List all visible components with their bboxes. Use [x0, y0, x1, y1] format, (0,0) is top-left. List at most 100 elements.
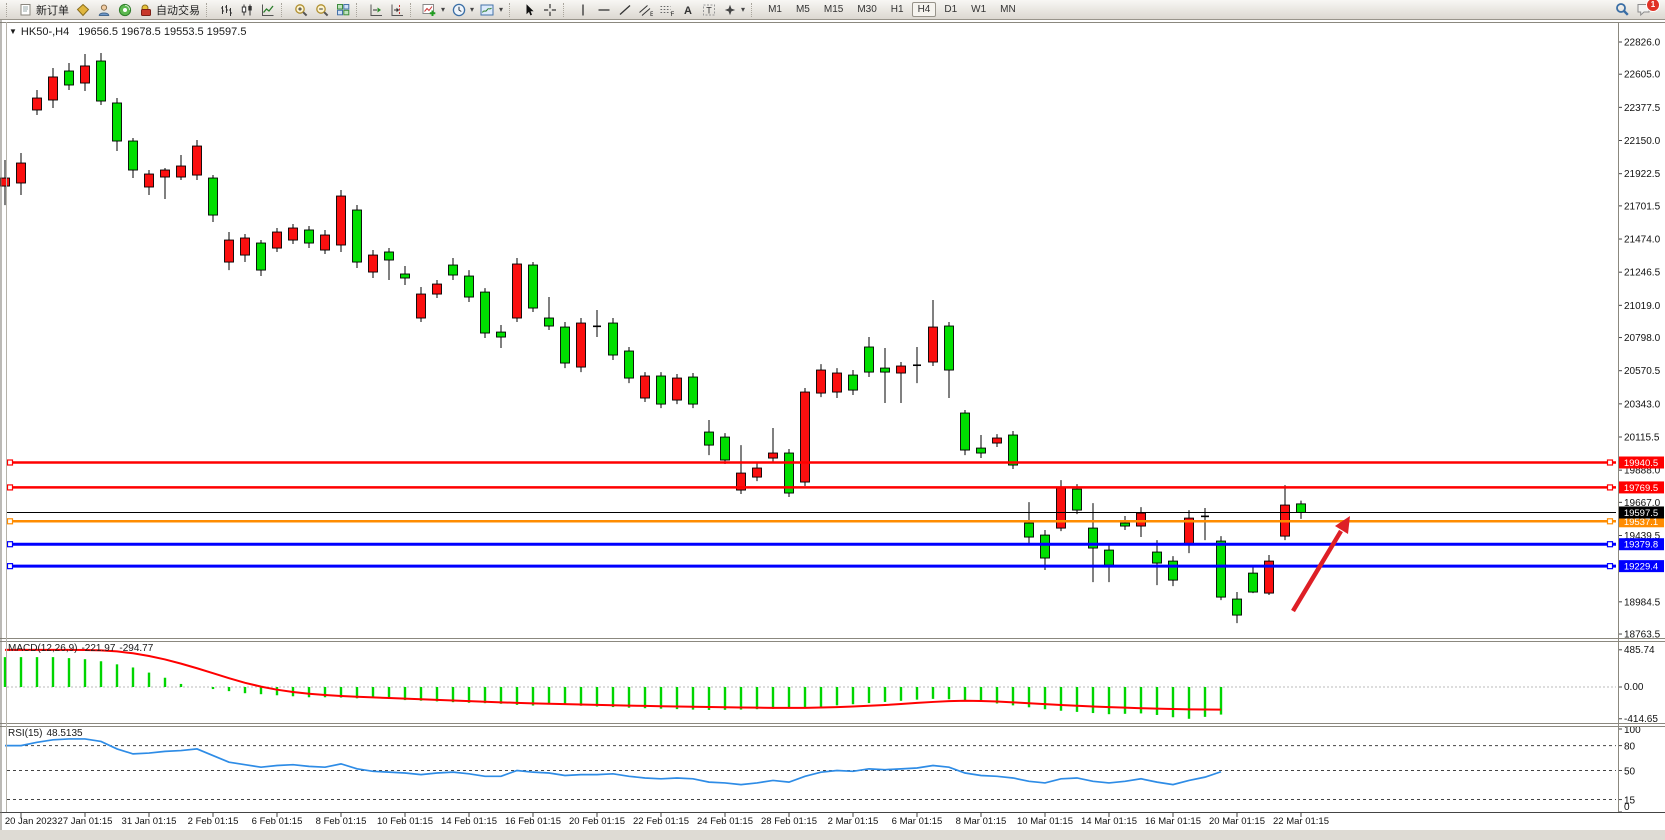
zoom-out-button[interactable] [311, 1, 332, 19]
date-label: 28 Feb 01:15 [761, 816, 817, 827]
toolbar-grip [356, 3, 362, 17]
candle-body [849, 375, 858, 390]
candle-body [801, 392, 810, 482]
periods-button[interactable]: ▾ [448, 1, 477, 19]
candle-body [465, 276, 474, 297]
timeframe-mn[interactable]: MN [994, 2, 1022, 17]
candle-body [1217, 541, 1226, 597]
price-tick-label: 20798.0 [1624, 333, 1661, 344]
text-tool[interactable]: A [677, 1, 698, 19]
candle-body [1009, 435, 1018, 465]
candle-body [865, 347, 874, 372]
candle-body [833, 373, 842, 392]
templates-button[interactable]: ▾ [477, 1, 506, 19]
line-handle[interactable] [1608, 564, 1613, 569]
text-label-tool[interactable]: T [698, 1, 719, 19]
candle-body [1073, 489, 1082, 510]
search-button[interactable] [1612, 1, 1633, 19]
line-handle[interactable] [1608, 542, 1613, 547]
timeframe-h1[interactable]: H1 [885, 2, 910, 17]
date-label: 31 Jan 01:15 [122, 816, 177, 827]
trendline-tool[interactable] [614, 1, 635, 19]
candle-body [1249, 573, 1258, 592]
profile-button[interactable] [93, 1, 114, 19]
line-handle[interactable] [8, 485, 13, 490]
candle-body [1169, 561, 1178, 580]
notifications-button[interactable]: 1 [1633, 1, 1654, 19]
chart-title: ▼HK50-,H419656.5 19678.5 19553.5 19597.5 [9, 26, 246, 38]
horizontal-line-tool[interactable] [593, 1, 614, 19]
candle-body [881, 368, 890, 372]
auto-trading-button[interactable]: 自动交易 [135, 1, 203, 19]
timeframe-d1[interactable]: D1 [938, 2, 963, 17]
toolbar-grip [509, 3, 515, 17]
date-label: 16 Mar 01:15 [1145, 816, 1201, 827]
line-handle[interactable] [8, 519, 13, 524]
candle-body [1297, 504, 1306, 513]
arrows-tool[interactable]: ▾ [719, 1, 748, 19]
timeframe-m30[interactable]: M30 [851, 2, 882, 17]
arrows-icon [722, 2, 737, 17]
timeframe-h4[interactable]: H4 [912, 2, 937, 17]
zoom-in-button[interactable] [290, 1, 311, 19]
line-handle[interactable] [8, 564, 13, 569]
chart-shift-icon [389, 2, 404, 17]
tile-windows-button[interactable] [332, 1, 353, 19]
candle-body [289, 228, 298, 240]
line-handle[interactable] [1608, 460, 1613, 465]
auto-trading-label: 自动交易 [156, 2, 200, 18]
candle-body [993, 438, 1002, 443]
timeframe-m1[interactable]: M1 [762, 2, 788, 17]
fibonacci-tool[interactable]: F [656, 1, 677, 19]
auto-scroll-button[interactable] [365, 1, 386, 19]
timeframe-group: M1M5M15M30H1H4D1W1MN [762, 2, 1022, 17]
timeframe-m5[interactable]: M5 [790, 2, 816, 17]
timeframe-m15[interactable]: M15 [818, 2, 849, 17]
timeframe-w1[interactable]: W1 [965, 2, 992, 17]
line-handle[interactable] [8, 542, 13, 547]
candle-body [385, 252, 394, 260]
candle-body [1121, 523, 1130, 526]
candle-body [353, 210, 362, 262]
chart-shift-button[interactable] [386, 1, 407, 19]
axis-price-flag-label: 19769.5 [1624, 483, 1658, 494]
candle-body [449, 265, 458, 275]
rsi-indicator-label: RSI(15)48.5135 [8, 728, 87, 739]
line-chart-button[interactable] [257, 1, 278, 19]
bar-chart-button[interactable] [215, 1, 236, 19]
date-label: 22 Mar 01:15 [1273, 816, 1329, 827]
candle-body [769, 453, 778, 458]
candle-body [241, 238, 250, 255]
cursor-button[interactable] [518, 1, 539, 19]
line-handle[interactable] [1608, 519, 1613, 524]
rsi-value: 48.5135 [46, 728, 82, 739]
date-label: 2 Feb 01:15 [188, 816, 239, 827]
chart-profile-button[interactable] [72, 1, 93, 19]
candle-body [81, 66, 90, 83]
axis-price-flag-label: 19940.5 [1624, 458, 1658, 469]
signal-icon [117, 2, 132, 17]
signal-button[interactable] [114, 1, 135, 19]
candle-body [753, 468, 762, 477]
candle-body [321, 235, 330, 250]
crosshair-icon [542, 2, 557, 17]
candlestick-chart-button[interactable] [236, 1, 257, 19]
chevron-down-icon: ▾ [499, 5, 503, 14]
candle-body [1105, 550, 1114, 565]
indicators-button[interactable]: ▾ [419, 1, 448, 19]
svg-text:F: F [671, 11, 675, 17]
line-handle[interactable] [1608, 485, 1613, 490]
crosshair-button[interactable] [539, 1, 560, 19]
date-label: 8 Feb 01:15 [316, 816, 367, 827]
candle-body [1153, 552, 1162, 563]
price-chart[interactable]: 22826.022605.022377.522150.021922.521701… [0, 0, 1665, 840]
new-order-button[interactable]: 新订单 [15, 1, 72, 19]
collapse-triangle-icon[interactable]: ▼ [9, 27, 17, 36]
toolbar-grip [410, 3, 416, 17]
date-label: 20 Feb 01:15 [569, 816, 625, 827]
candle-body [817, 370, 826, 393]
candle-body [481, 292, 490, 333]
vertical-line-tool[interactable] [572, 1, 593, 19]
line-handle[interactable] [8, 460, 13, 465]
channel-tool[interactable]: E [635, 1, 656, 19]
